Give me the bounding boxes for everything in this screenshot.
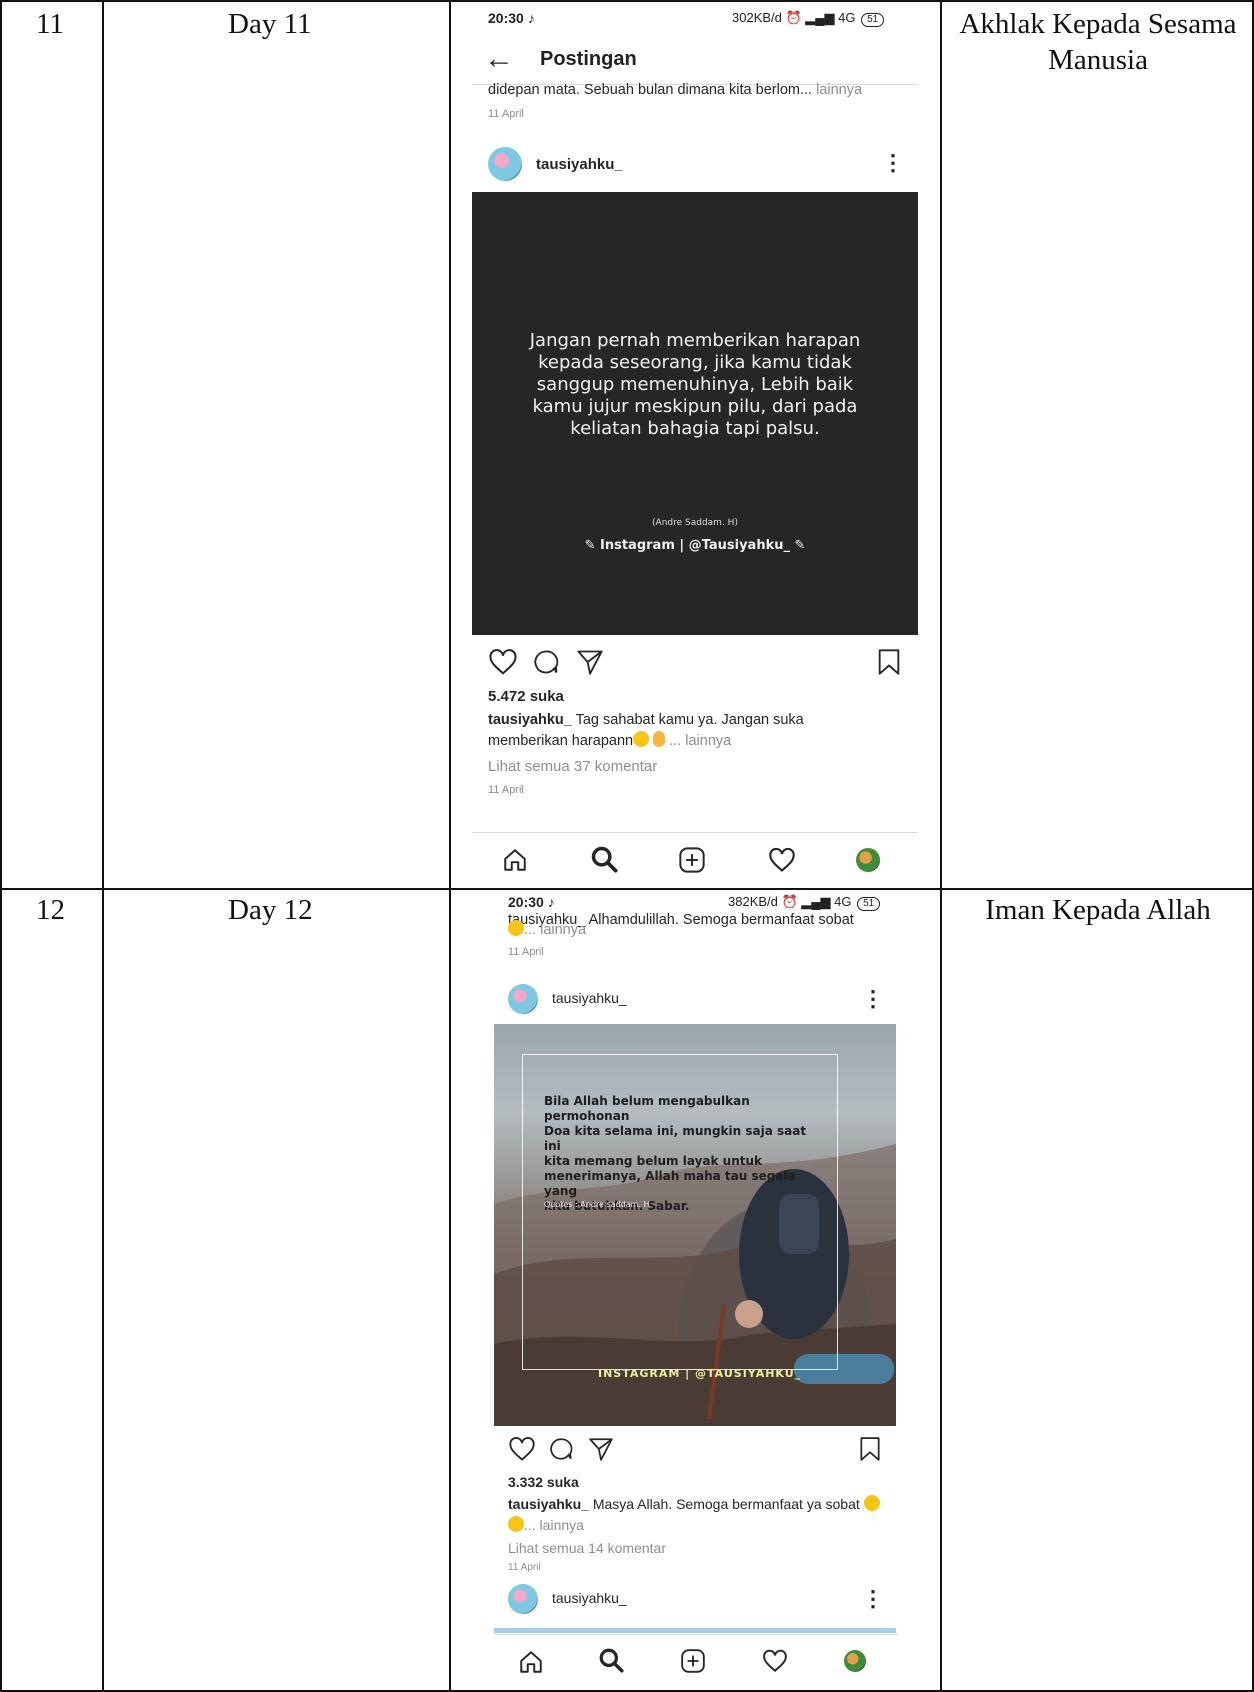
back-arrow-icon[interactable]: ← bbox=[484, 44, 514, 74]
row-topic: Iman Kepada Allah bbox=[985, 894, 1211, 926]
next-post-image-edge bbox=[494, 1628, 896, 1633]
previous-caption: didepan mata. Sebuah bulan dimana kita b… bbox=[488, 82, 863, 98]
quote-author: (Andre Saddam. H) bbox=[652, 518, 738, 528]
profile-avatar-icon[interactable] bbox=[856, 848, 880, 872]
quote-instagram-handle: INSTAGRAM | @TAUSIYAHKU_ bbox=[598, 1367, 802, 1380]
post-caption: tausiyahku_ Tag sahabat kamu ya. Jangan … bbox=[488, 712, 804, 749]
screen-title: Postingan bbox=[540, 48, 637, 70]
table-col-divider bbox=[449, 0, 451, 1692]
smile-emoji-icon bbox=[508, 920, 524, 936]
share-icon[interactable] bbox=[576, 648, 604, 676]
post-image[interactable]: Jangan pernah memberikan harapan kepada … bbox=[472, 192, 918, 635]
bottom-navigation bbox=[494, 1634, 898, 1690]
quote-author: Quotes : Andre saddam. H bbox=[544, 1200, 650, 1209]
post-date: 11 April bbox=[508, 1562, 541, 1573]
status-time: 20:30 ♪ bbox=[508, 894, 555, 910]
table-border-left bbox=[0, 0, 2, 1692]
like-count[interactable]: 3.332 suka bbox=[508, 1474, 579, 1490]
more-options-icon[interactable]: ⋮ bbox=[862, 988, 884, 1010]
row-number: 11 bbox=[36, 8, 64, 40]
previous-caption-more: ... lainnya bbox=[508, 920, 586, 941]
more-options-icon[interactable]: ⋮ bbox=[882, 152, 904, 174]
add-post-icon[interactable] bbox=[680, 1648, 706, 1674]
avatar[interactable] bbox=[488, 147, 522, 181]
table-col-divider bbox=[102, 0, 104, 1692]
previous-post-date: 11 April bbox=[488, 108, 524, 120]
status-indicators: 382KB/d ⏰ ▂▄▆ 4G 51 bbox=[728, 894, 881, 911]
ok-hand-emoji-icon bbox=[653, 731, 666, 747]
next-post-username[interactable]: tausiyahku_ bbox=[552, 1590, 627, 1606]
more-options-icon[interactable]: ⋮ bbox=[862, 1588, 884, 1610]
activity-heart-icon[interactable] bbox=[768, 847, 796, 873]
activity-heart-icon[interactable] bbox=[762, 1649, 788, 1673]
bookmark-icon[interactable] bbox=[876, 648, 902, 676]
search-icon[interactable] bbox=[590, 845, 618, 873]
smile-emoji-icon bbox=[863, 1495, 880, 1511]
instagram-screenshot: 20:30 ♪ 382KB/d ⏰ ▂▄▆ 4G 51 tausiyahku_ … bbox=[494, 890, 898, 1690]
heart-icon[interactable] bbox=[488, 648, 518, 676]
post-caption: tausiyahku_ Masya Allah. Semoga bermanfa… bbox=[508, 1494, 888, 1536]
row-topic: Akhlak Kepada Sesama Manusia bbox=[959, 8, 1237, 76]
document-page: 11 Day 11 Akhlak Kepada Sesama Manusia 1… bbox=[0, 0, 1254, 1692]
post-username[interactable]: tausiyahku_ bbox=[536, 156, 623, 173]
post-image[interactable]: Bila Allah belum mengabulkan permohonan … bbox=[494, 1024, 896, 1426]
row-day: Day 11 bbox=[228, 8, 312, 40]
table-col-divider bbox=[940, 0, 942, 1692]
heart-icon[interactable] bbox=[508, 1436, 536, 1462]
comment-icon[interactable] bbox=[548, 1436, 574, 1462]
avatar[interactable] bbox=[508, 1584, 538, 1614]
status-indicators: 302KB/d ⏰ ▂▄▆ 4G 51 bbox=[732, 10, 885, 27]
home-icon[interactable] bbox=[502, 847, 528, 873]
instagram-screenshot: 20:30 ♪ 302KB/d ⏰ ▂▄▆ 4G 51 ← Postingan … bbox=[472, 2, 918, 886]
view-comments-link[interactable]: Lihat semua 37 komentar bbox=[488, 758, 657, 775]
home-icon[interactable] bbox=[518, 1649, 544, 1675]
search-icon[interactable] bbox=[598, 1647, 624, 1673]
post-username[interactable]: tausiyahku_ bbox=[552, 990, 627, 1006]
profile-avatar-icon[interactable] bbox=[844, 1650, 866, 1672]
row-number: 12 bbox=[36, 894, 65, 926]
share-icon[interactable] bbox=[588, 1436, 614, 1462]
quote-instagram-handle: ✎ Instagram | @Tausiyahku_ ✎ bbox=[584, 538, 806, 553]
add-post-icon[interactable] bbox=[678, 846, 706, 874]
previous-post-date: 11 April bbox=[508, 946, 544, 958]
post-quote: Bila Allah belum mengabulkan permohonan … bbox=[544, 1094, 807, 1213]
post-date: 11 April bbox=[488, 784, 524, 796]
view-comments-link[interactable]: Lihat semua 14 komentar bbox=[508, 1540, 666, 1556]
smile-emoji-icon bbox=[633, 731, 650, 747]
avatar[interactable] bbox=[508, 984, 538, 1014]
like-count[interactable]: 5.472 suka bbox=[488, 688, 564, 705]
row-day: Day 12 bbox=[228, 894, 313, 926]
smile-emoji-icon bbox=[508, 1516, 524, 1532]
comment-icon[interactable] bbox=[532, 648, 560, 676]
bookmark-icon[interactable] bbox=[858, 1436, 882, 1462]
status-time: 20:30 ♪ bbox=[488, 10, 535, 26]
bottom-navigation bbox=[472, 832, 918, 886]
post-quote: Jangan pernah memberikan harapan kepada … bbox=[529, 330, 861, 439]
